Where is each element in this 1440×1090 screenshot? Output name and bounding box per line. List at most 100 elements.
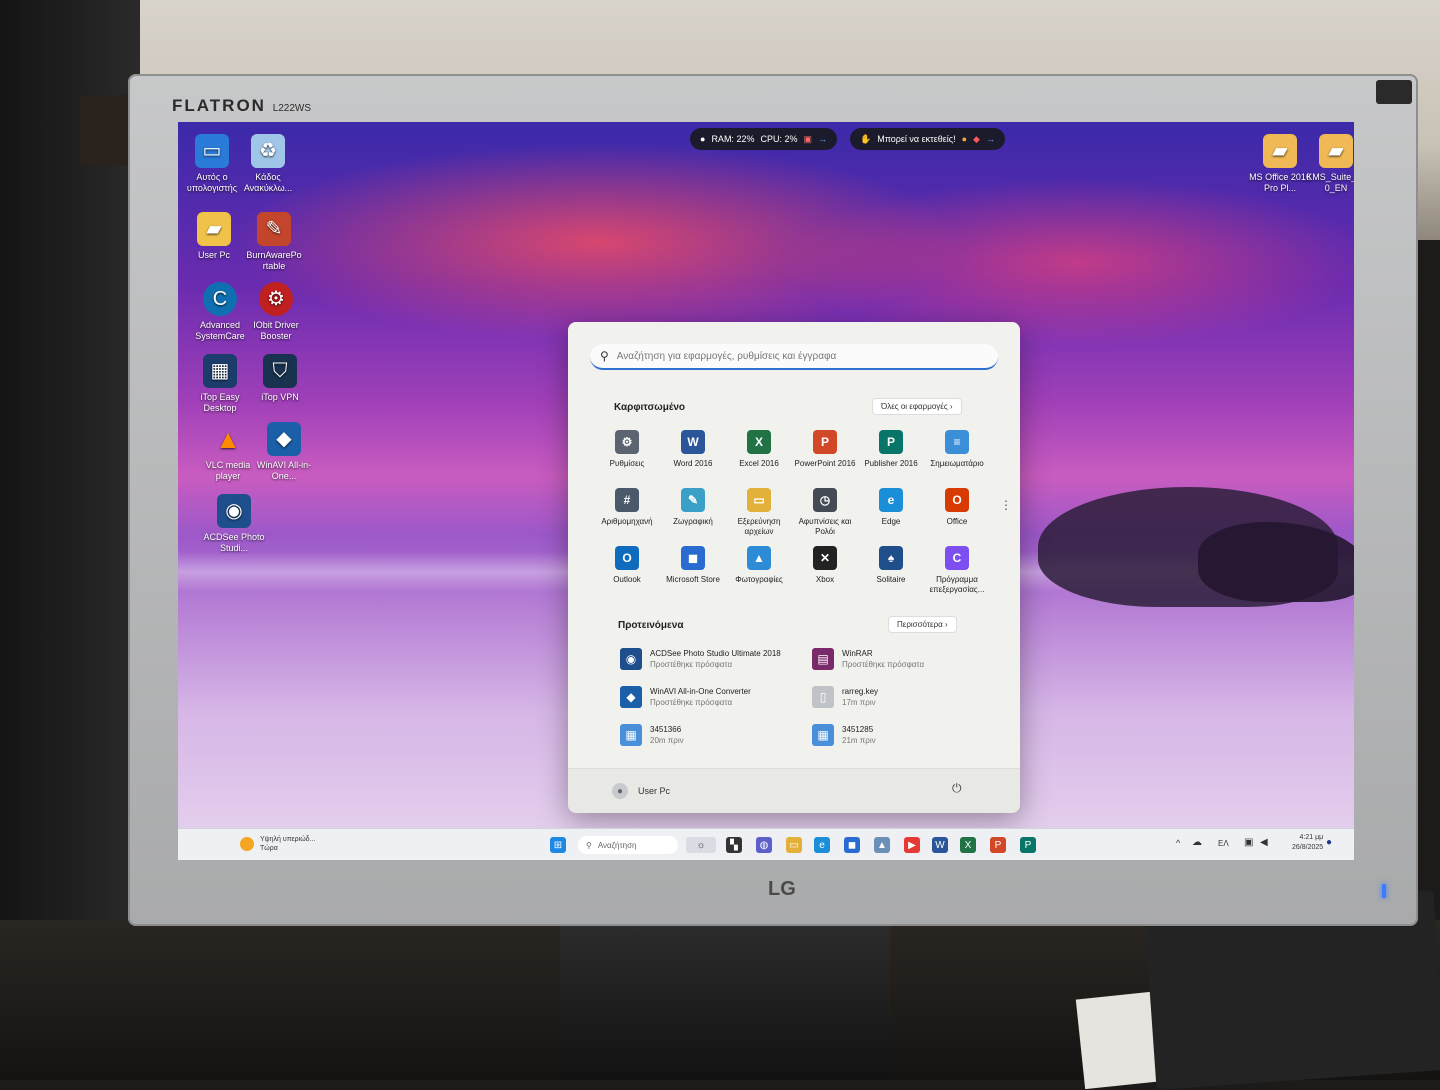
chat-icon[interactable]: ◍ [756,837,772,853]
desktop-icon-kms-folder[interactable]: ▰ KMS_Suite_v1 0_EN [1302,134,1354,194]
recommended-subtitle: 21m πριν [842,736,876,745]
power-icon[interactable]: ⏻ [952,781,962,796]
all-apps-button[interactable]: Όλες οι εφαρμογές › [872,398,962,415]
security-alert-text: Μπορεί να εκτεθείς! [877,134,956,144]
youtube-icon[interactable]: ▶ [904,837,920,853]
burnaware-icon: ✎ [257,212,291,246]
advanced-systemcare-icon: C [203,282,237,316]
desktop-icon-acdsee[interactable]: ◉ ACDSee Photo Studi... [200,494,268,554]
weather-icon [240,837,254,851]
widgets-icon[interactable]: ☼ [686,837,716,853]
pinned-app-label: Microsoft Store [666,575,720,584]
pinned-app-label: Edge [881,517,901,526]
winavi-icon: ◆ [267,422,301,456]
word-icon[interactable]: W [932,837,948,853]
pinned-app-label: Αριθμομηχανή [601,517,653,526]
powerpoint-icon[interactable]: P [990,837,1006,853]
recommended-item[interactable]: ▦ 3451285 21m πριν [812,724,1002,746]
pinned-app-photos[interactable]: ▲ Φωτογραφίες [726,546,792,585]
pinned-more-dots[interactable]: ⋮ [1000,498,1012,512]
language-indicator[interactable]: ΕΛ [1218,839,1229,848]
start-search-input[interactable]: ⚲ Αναζήτηση για εφαρμογές, ρυθμίσεις και… [590,344,998,370]
recommended-item[interactable]: ◉ ACDSee Photo Studio Ultimate 2018 Προστέ… [620,648,810,670]
solitaire-icon: ♠ [879,546,903,570]
pinned-app-office[interactable]: O Office [924,488,990,527]
pinned-app-paint[interactable]: ✎ Ζωγραφική [660,488,726,527]
pinned-app-settings[interactable]: ⚙ Ρυθμίσεις [594,430,660,469]
pinned-app-xbox[interactable]: ✕ Xbox [792,546,858,585]
show-hidden-icons[interactable]: ^ [1176,838,1180,848]
pinned-app-label: Αφυπνίσεις και Ρολόι [798,517,852,536]
pinned-app-alarms-clock[interactable]: ◷ Αφυπνίσεις και Ρολόι [792,488,858,537]
pinned-app-file-explorer[interactable]: ▭ Εξερεύνηση αρχείων [726,488,792,537]
file-explorer-icon[interactable]: ▭ [786,837,802,853]
pinned-app-excel[interactable]: X Excel 2016 [726,430,792,469]
desktop-icon-itop-easy-desktop[interactable]: ▦ iTop Easy Desktop [186,354,254,414]
paint-icon: ✎ [681,488,705,512]
pinned-app-store[interactable]: ◼ Microsoft Store [660,546,726,585]
recommended-item[interactable]: ▦ 3451366 20m πριν [620,724,810,746]
recommended-subtitle: 17m πριν [842,698,876,707]
folder-icon: ▰ [197,212,231,246]
pinned-app-powerpoint[interactable]: P PowerPoint 2016 [792,430,858,469]
pinned-app-notepad[interactable]: ≡ Σημειωματάριο [924,430,990,469]
publisher-icon: P [879,430,903,454]
search-icon: ⚲ [600,349,609,363]
pinned-app-clipchamp[interactable]: C Πρόγραμμα επεξεργασίας... [924,546,990,595]
desktop-icon-itop-vpn[interactable]: ⛉ iTop VPN [246,354,314,403]
search-placeholder: Αναζήτηση για εφαρμογές, ρυθμίσεις και έ… [616,350,837,362]
pinned-app-publisher[interactable]: P Publisher 2016 [858,430,924,469]
pinned-app-word[interactable]: W Word 2016 [660,430,726,469]
windows-start-button[interactable]: ⊞ [550,837,566,853]
arrow-icon: → [985,134,995,144]
recommended-item[interactable]: ▯ rarreg.key 17m πριν [812,686,1002,708]
system-monitor-widget[interactable]: ● RAM: 22% CPU: 2% ▣ → [690,128,837,150]
pinned-title: Καρφιτσωμένο [614,402,686,413]
pinned-app-label: Office [946,517,968,526]
pinned-app-solitaire[interactable]: ♠ Solitaire [858,546,924,585]
security-alert-widget[interactable]: ✋ Μπορεί να εκτεθείς! ● ◆ → [850,128,1005,150]
recommended-title: 3451285 [842,725,874,734]
onedrive-icon[interactable]: ☁ [1192,837,1202,848]
volume-icon[interactable]: ◀ [1260,837,1268,848]
computer-icon: ▭ [195,134,229,168]
hand-icon: ✋ [860,133,872,144]
edge-icon[interactable]: e [814,837,830,853]
clock[interactable]: 4:21 μμ 26/8/2025 [1292,833,1323,853]
file-icon: ▯ [812,686,834,708]
monitor-badge [1376,80,1412,104]
pinned-app-label: Ρυθμίσεις [609,459,645,468]
pinned-app-calculator[interactable]: # Αριθμομηχανή [594,488,660,527]
outlook-icon: O [615,546,639,570]
desktop-icon-winavi[interactable]: ◆ WinAVI All-in-One... [250,422,318,482]
pinned-app-label: Εξερεύνηση αρχείων [737,517,781,536]
desktop-icon-driver-booster[interactable]: ⚙ IObit Driver Booster [242,282,310,342]
notifications-bell-icon[interactable]: ● [1326,837,1332,848]
store-icon[interactable]: ◼ [844,837,860,853]
user-account-button[interactable]: ● User Pc [612,783,670,799]
photos-icon[interactable]: ▲ [874,837,890,853]
pinned-app-outlook[interactable]: O Outlook [594,546,660,585]
desktop-icon-burnaware[interactable]: ✎ BurnAwarePo rtable [240,212,308,272]
task-view-icon[interactable]: ▚ [726,837,742,853]
pinned-app-edge[interactable]: e Edge [858,488,924,527]
image-file-icon: ▦ [620,724,642,746]
desktop-icon-recycle-bin[interactable]: ♻ Κάδος Ανακύκλω... [234,134,302,194]
excel-icon[interactable]: X [960,837,976,853]
more-button[interactable]: Περισσότερα › [888,616,957,633]
recommended-item[interactable]: ◆ WinAVI All-in-One Converter Προστέθηκε π… [620,686,810,708]
recommended-title: Προτεινόμενα [618,620,684,631]
recommended-title: WinAVI All-in-One Converter [650,687,751,696]
desktop-icon-user-folder[interactable]: ▰ User Pc [180,212,248,261]
monitor-brand: FLATRON L222WS [172,96,312,115]
xbox-icon: ✕ [813,546,837,570]
publisher-icon[interactable]: P [1020,837,1036,853]
taskbar-search[interactable]: ⚲ Αναζήτηση [578,836,678,854]
user-avatar-icon: ● [612,783,628,799]
recommended-item[interactable]: ▤ WinRAR Προστέθηκε πρόσφατα [812,648,1002,670]
start-footer: ● User Pc ⏻ [568,768,1020,813]
office-icon: O [945,488,969,512]
recommended-subtitle: 20m πριν [650,736,684,745]
network-icon[interactable]: ▣ [1244,837,1253,848]
weather-notification[interactable]: Υψηλή υπεριώδ... Τώρα [240,835,315,853]
